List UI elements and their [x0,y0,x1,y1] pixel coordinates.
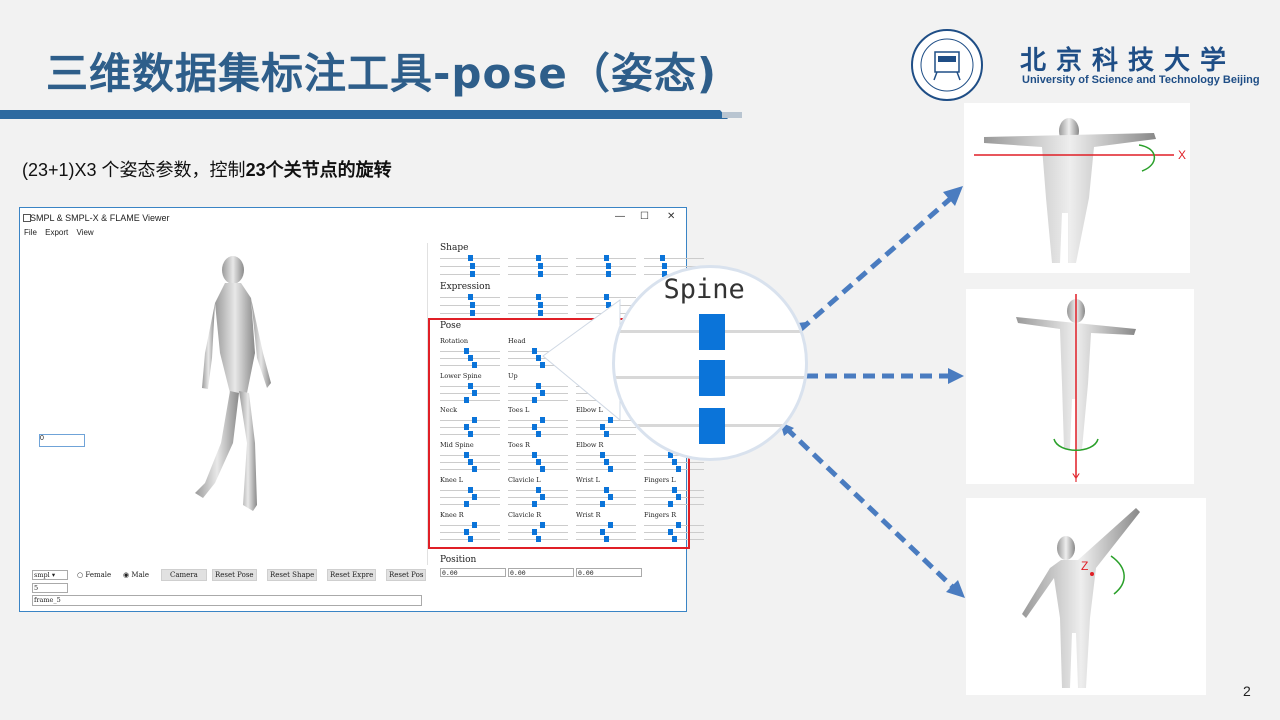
arrow-to-x [798,190,960,332]
magnifier-slider-x [699,314,725,350]
arrow-head-z [946,580,965,598]
x-rotation-image: X [964,103,1190,273]
magnifier-pointer [542,299,621,422]
slider-magnifier: r Spine [612,265,808,461]
x-axis-label: X [1178,148,1187,162]
arrow-head-y [948,368,964,384]
magnifier-slider-z [699,408,725,444]
page-number: 2 [1243,683,1251,699]
magnifier-slider-y [699,360,725,396]
magnifier-spine-text: Spine [663,274,745,305]
z-axis-label: Z [1081,559,1089,573]
magnifier-spine-label: r Spine [631,274,745,305]
y-axis-label: Y [1072,471,1081,485]
z-rotation-image: Z [966,498,1206,695]
arrow-to-z [784,426,960,594]
y-rotation-image: Y [966,289,1194,485]
